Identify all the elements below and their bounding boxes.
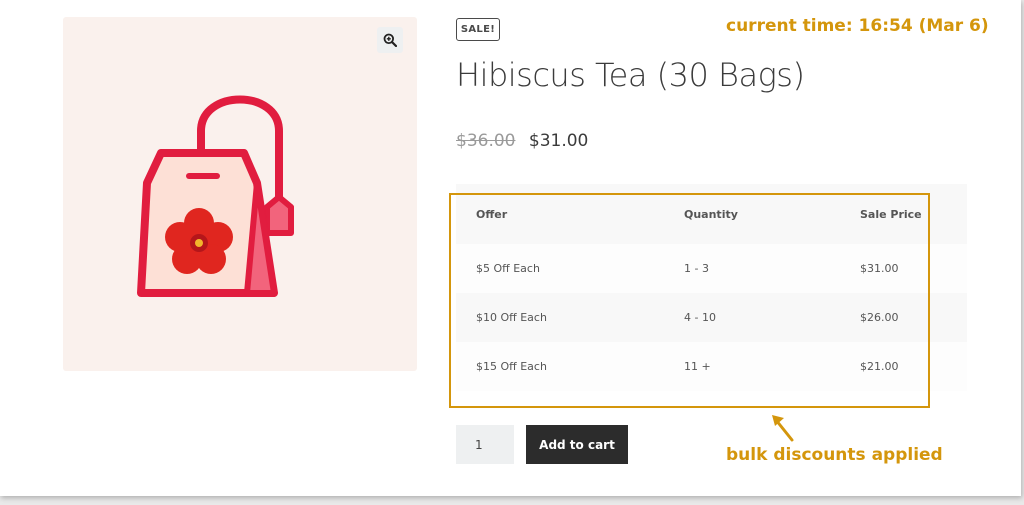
bulk-discounts-annotation: bulk discounts applied xyxy=(726,445,943,465)
product-page: SALE! Hibiscus Tea (30 Bags) $36.00 $31.… xyxy=(0,0,1021,496)
price: $36.00 $31.00 xyxy=(456,131,588,151)
product-title: Hibiscus Tea (30 Bags) xyxy=(456,56,805,94)
current-time-annotation: current time: 16:54 (Mar 6) xyxy=(726,16,989,36)
add-to-cart-button[interactable]: Add to cart xyxy=(526,425,628,464)
quantity-input[interactable] xyxy=(456,425,514,464)
annotation-highlight-box xyxy=(449,193,930,408)
original-price: $36.00 xyxy=(456,131,516,151)
arrow-up-left-icon xyxy=(772,415,794,442)
zoom-button[interactable] xyxy=(377,27,403,53)
tea-bag-hibiscus-icon xyxy=(137,95,294,297)
sale-badge: SALE! xyxy=(456,18,500,41)
zoom-in-icon xyxy=(383,33,397,47)
product-image-gallery[interactable] xyxy=(63,17,417,371)
sale-price: $31.00 xyxy=(528,131,589,151)
